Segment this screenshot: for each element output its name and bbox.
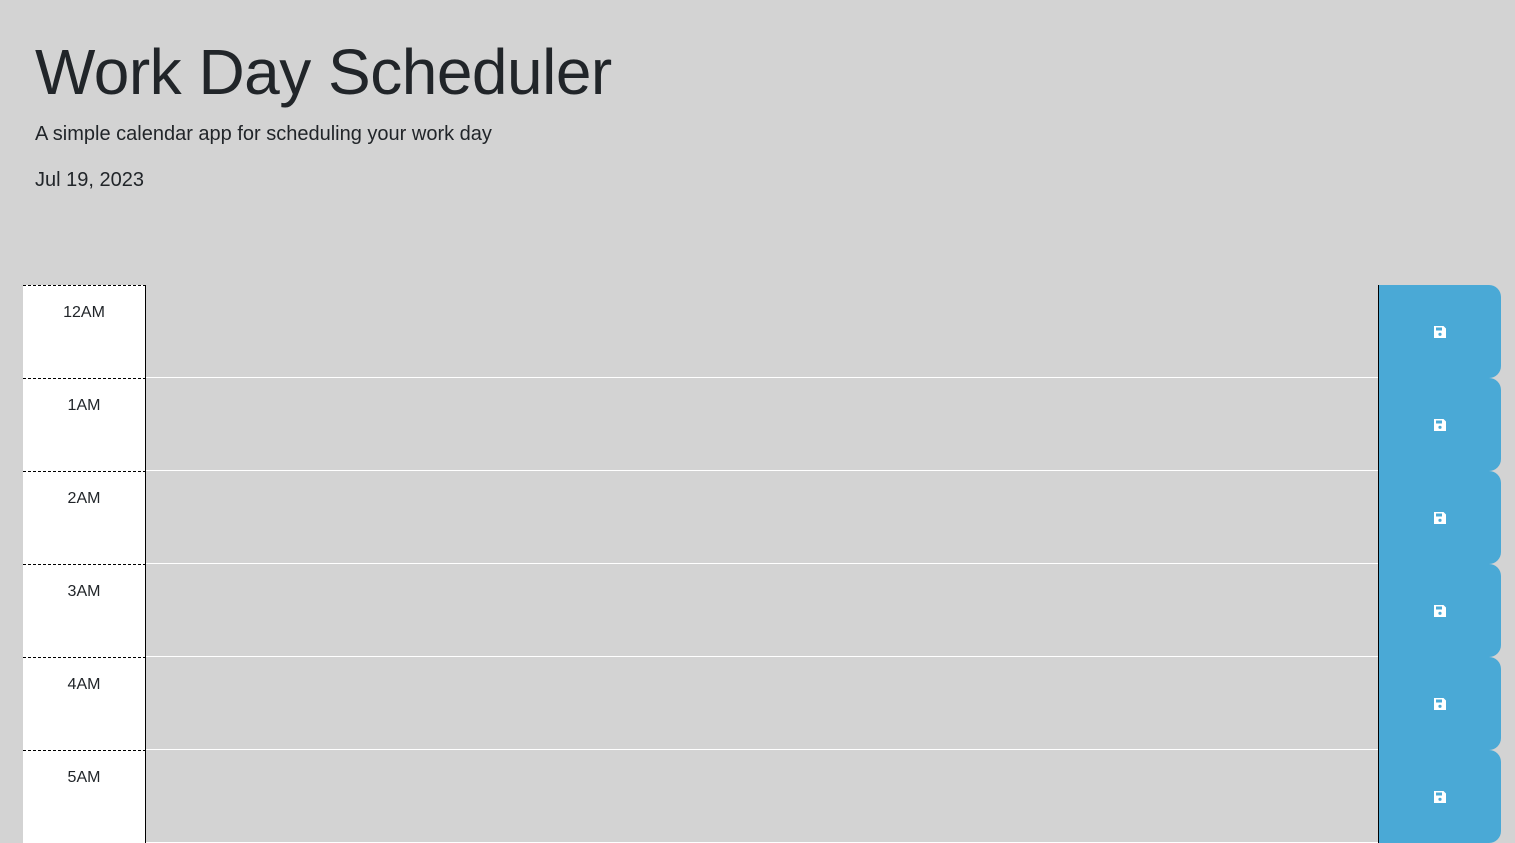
save-button[interactable] — [1378, 750, 1501, 843]
save-button[interactable] — [1378, 657, 1501, 750]
event-description-input[interactable] — [146, 285, 1378, 378]
save-button[interactable] — [1378, 378, 1501, 471]
event-description-input[interactable] — [146, 378, 1378, 471]
time-block-5am: 5AM — [23, 750, 1501, 843]
event-description-input[interactable] — [146, 564, 1378, 657]
save-button[interactable] — [1378, 285, 1501, 378]
save-icon — [1433, 604, 1447, 618]
event-description-input[interactable] — [146, 750, 1378, 843]
header: Work Day Scheduler A simple calendar app… — [0, 0, 1515, 249]
hour-label: 1AM — [23, 378, 146, 471]
hour-label: 12AM — [23, 285, 146, 378]
event-description-input[interactable] — [146, 657, 1378, 750]
page-subtitle: A simple calendar app for scheduling you… — [35, 123, 492, 145]
time-block-4am: 4AM — [23, 657, 1501, 750]
event-description-input[interactable] — [146, 471, 1378, 564]
save-icon — [1433, 325, 1447, 339]
save-icon — [1433, 418, 1447, 432]
time-block-list: 12AM 1AM 2AM 3AM 4AM 5AM — [23, 285, 1501, 843]
hour-label: 5AM — [23, 750, 146, 843]
hour-label: 2AM — [23, 471, 146, 564]
time-block-3am: 3AM — [23, 564, 1501, 657]
hour-label: 3AM — [23, 564, 146, 657]
save-icon — [1433, 790, 1447, 804]
time-block-2am: 2AM — [23, 471, 1501, 564]
time-block-12am: 12AM — [23, 285, 1501, 378]
page-title: Work Day Scheduler — [35, 36, 612, 108]
hour-label: 4AM — [23, 657, 146, 750]
save-icon — [1433, 511, 1447, 525]
current-day: Jul 19, 2023 — [35, 169, 144, 191]
save-button[interactable] — [1378, 564, 1501, 657]
save-button[interactable] — [1378, 471, 1501, 564]
save-icon — [1433, 697, 1447, 711]
time-block-1am: 1AM — [23, 378, 1501, 471]
